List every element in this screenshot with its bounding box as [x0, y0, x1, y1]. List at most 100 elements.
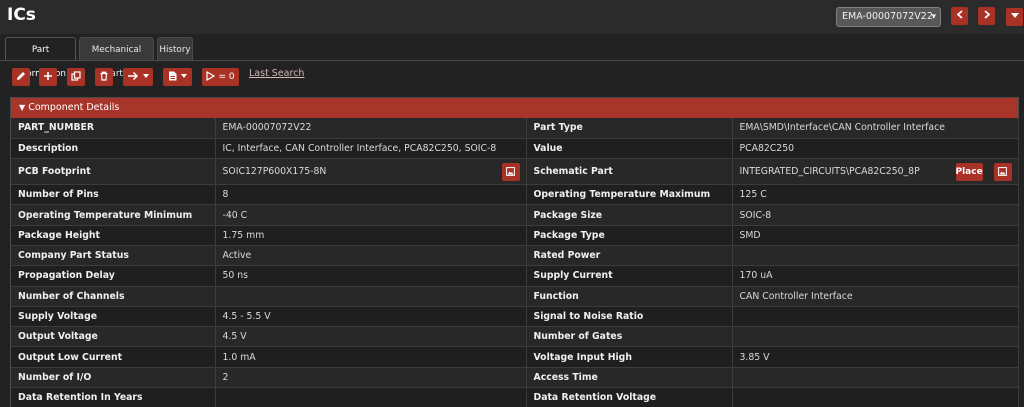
field-label: Description — [11, 138, 216, 160]
field-label: Output Low Current — [11, 346, 216, 368]
plus-icon — [44, 72, 52, 80]
field-value: 170 uA — [732, 265, 1019, 287]
field-label: Rated Power — [526, 245, 733, 267]
page-title: ICs — [7, 5, 36, 25]
field-value: 125 C — [732, 184, 1019, 206]
tab-part-information[interactable]: Part Information — [5, 37, 76, 79]
field-label: Value — [526, 138, 733, 160]
copy-icon — [71, 71, 81, 81]
table-row: Data Retention In Years Data Retention V… — [11, 387, 1019, 407]
field-value: 3.85 V — [732, 346, 1019, 368]
panel-title: Component Details — [28, 102, 120, 113]
field-value: PCA82C250 — [732, 138, 1019, 160]
triangle-down-icon: ▼ — [19, 103, 26, 112]
part-number-select[interactable]: EMA-00007072V22 ▾ — [836, 7, 941, 27]
field-value: -40 C — [215, 204, 527, 226]
field-value: Active — [215, 245, 527, 267]
field-label: Propagation Delay — [11, 265, 216, 287]
part-number-select-value: EMA-00007072V22 — [842, 11, 933, 22]
field-value: 4.5 - 5.5 V — [215, 306, 527, 328]
tab-history[interactable]: History — [157, 37, 193, 61]
field-value — [732, 367, 1019, 389]
field-label: Package Type — [526, 225, 733, 246]
compare-icon — [206, 71, 216, 81]
move-menu-button[interactable] — [123, 68, 153, 86]
arrow-right-icon — [128, 71, 139, 81]
trash-icon — [100, 71, 108, 81]
field-value: SOIC127P600X175-8N — [222, 166, 327, 178]
field-label: Package Size — [526, 204, 733, 226]
field-value: CAN Controller Interface — [732, 286, 1019, 307]
caret-down-icon — [1010, 13, 1019, 18]
document-menu-button[interactable] — [163, 68, 192, 86]
add-button[interactable] — [39, 68, 57, 86]
field-value: INTEGRATED_CIRCUITS\PCA82C250_8P — [739, 166, 920, 178]
table-row: Operating Temperature Minimum -40 C Pack… — [11, 204, 1019, 226]
table-row: Output Low Current 1.0 mA Voltage Input … — [11, 346, 1019, 368]
field-value: 1.0 mA — [215, 346, 527, 368]
tab-mechanical-parts[interactable]: Mechanical Parts — [79, 37, 154, 79]
field-label: Package Height — [11, 225, 216, 246]
field-label: PART_NUMBER — [11, 118, 216, 139]
table-row: Description IC, Interface, CAN Controlle… — [11, 138, 1019, 160]
field-value: 50 ns — [215, 265, 527, 287]
schematic-part-cell: INTEGRATED_CIRCUITS\PCA82C250_8P Place — [732, 158, 1019, 186]
footprint-image-button[interactable] — [501, 163, 520, 182]
top-bar: ICs EMA-00007072V22 ▾ — [0, 0, 1024, 34]
copy-button[interactable] — [67, 68, 85, 86]
field-label: Supply Current — [526, 265, 733, 287]
caret-down-icon — [180, 74, 187, 78]
table-row: Number of I/O 2 Access Time — [11, 367, 1019, 389]
delete-button[interactable] — [95, 68, 113, 86]
table-row: Output Voltage 4.5 V Number of Gates — [11, 326, 1019, 348]
next-button[interactable] — [978, 7, 995, 25]
component-details-panel: ▼ Component Details PART_NUMBER EMA-0000… — [10, 97, 1019, 407]
chevron-left-icon — [956, 10, 963, 19]
component-details-header[interactable]: ▼ Component Details — [11, 98, 1018, 118]
field-label: Output Voltage — [11, 326, 216, 348]
field-label: Signal to Noise Ratio — [526, 306, 733, 328]
field-value: EMA\SMD\Interface\CAN Controller Interfa… — [732, 118, 1019, 139]
field-value — [732, 245, 1019, 267]
field-label: Access Time — [526, 367, 733, 389]
field-label: Data Retention In Years — [11, 387, 216, 407]
field-value — [732, 306, 1019, 328]
table-row: Number of Pins 8 Operating Temperature M… — [11, 184, 1019, 206]
field-value: SMD — [732, 225, 1019, 246]
field-value — [215, 387, 527, 407]
last-search-link[interactable]: Last Search — [249, 68, 304, 79]
field-label: Number of I/O — [11, 367, 216, 389]
schematic-image-button[interactable] — [993, 163, 1012, 182]
chevron-right-icon — [983, 10, 990, 19]
pcb-footprint-cell: SOIC127P600X175-8N — [215, 158, 527, 186]
field-label: Number of Gates — [526, 326, 733, 348]
edit-button[interactable] — [12, 68, 30, 86]
table-row: Supply Voltage 4.5 - 5.5 V Signal to Noi… — [11, 306, 1019, 328]
field-value: 2 — [215, 367, 527, 389]
field-label: Operating Temperature Maximum — [526, 184, 733, 206]
table-row: Propagation Delay 50 ns Supply Current 1… — [11, 265, 1019, 287]
field-value: 8 — [215, 184, 527, 206]
compare-label: = 0 — [218, 72, 235, 82]
previous-button[interactable] — [951, 7, 968, 25]
caret-down-icon — [142, 74, 149, 78]
field-value — [732, 326, 1019, 348]
field-label: Part Type — [526, 118, 733, 139]
compare-button[interactable]: = 0 — [202, 68, 239, 86]
field-label: Data Retention Voltage — [526, 387, 733, 407]
field-value: IC, Interface, CAN Controller Interface,… — [215, 138, 527, 160]
table-row: Package Height 1.75 mm Package Type SMD — [11, 225, 1019, 246]
table-row: PART_NUMBER EMA-00007072V22 Part Type EM… — [11, 118, 1019, 139]
chevron-down-icon: ▾ — [931, 12, 936, 22]
table-row: Number of Channels Function CAN Controll… — [11, 286, 1019, 307]
place-button[interactable]: Place — [955, 163, 983, 182]
field-label: Schematic Part — [526, 158, 733, 186]
field-value: 1.75 mm — [215, 225, 527, 246]
field-label: Company Part Status — [11, 245, 216, 267]
table-row: PCB Footprint SOIC127P600X175-8N Schemat… — [11, 158, 1019, 186]
more-menu-button[interactable] — [1006, 8, 1023, 26]
field-value — [732, 387, 1019, 407]
field-value: EMA-00007072V22 — [215, 118, 527, 139]
field-label: PCB Footprint — [11, 158, 216, 186]
pencil-icon — [17, 72, 25, 80]
